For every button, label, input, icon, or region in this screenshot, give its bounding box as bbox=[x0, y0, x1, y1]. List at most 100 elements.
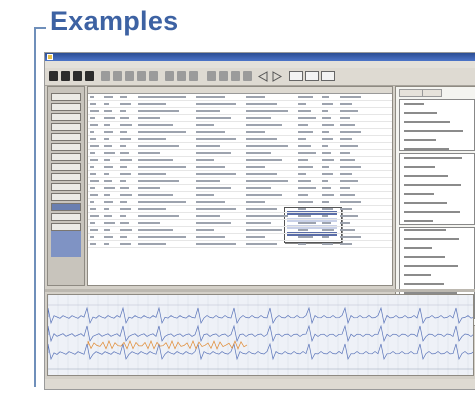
sidebar-item[interactable] bbox=[51, 113, 81, 121]
table-cell bbox=[104, 110, 112, 112]
table-row[interactable] bbox=[88, 108, 392, 115]
table-cell bbox=[298, 215, 311, 217]
sidebar-item[interactable] bbox=[51, 173, 81, 181]
toolbar-button[interactable] bbox=[113, 71, 122, 81]
panel-text-line bbox=[404, 166, 435, 168]
table-cell bbox=[298, 152, 316, 154]
table-row[interactable] bbox=[88, 150, 392, 157]
table-cell bbox=[120, 187, 129, 189]
table-cell bbox=[340, 166, 361, 168]
data-table bbox=[87, 86, 393, 286]
toolbar-button[interactable] bbox=[289, 71, 303, 81]
table-cell bbox=[90, 96, 94, 98]
table-row[interactable] bbox=[88, 94, 392, 101]
sidebar-item[interactable] bbox=[51, 93, 81, 101]
toolbar-button[interactable] bbox=[149, 71, 158, 81]
table-row[interactable] bbox=[88, 213, 392, 220]
table-cell bbox=[298, 187, 316, 189]
sidebar-item[interactable] bbox=[51, 123, 81, 131]
menu-bar[interactable] bbox=[45, 61, 475, 68]
table-row[interactable] bbox=[88, 136, 392, 143]
toolbar-button[interactable] bbox=[219, 71, 228, 81]
toolbar-button[interactable] bbox=[165, 71, 174, 81]
toolbar-button[interactable] bbox=[243, 71, 252, 81]
table-cell bbox=[322, 180, 328, 182]
toolbar-button[interactable] bbox=[231, 71, 240, 81]
table-row[interactable] bbox=[88, 115, 392, 122]
table-row[interactable] bbox=[88, 234, 392, 241]
table-cell bbox=[196, 215, 220, 217]
toolbar-button[interactable] bbox=[305, 71, 319, 81]
panel-text-line bbox=[404, 202, 447, 204]
table-cell bbox=[298, 131, 313, 133]
table-cell bbox=[138, 194, 173, 196]
table-cell bbox=[322, 243, 333, 245]
table-row[interactable] bbox=[88, 143, 392, 150]
toolbar-button[interactable] bbox=[125, 71, 134, 81]
table-row[interactable] bbox=[88, 206, 392, 213]
app-icon bbox=[47, 54, 53, 60]
table-cell bbox=[246, 103, 277, 105]
toolbar-button[interactable] bbox=[137, 71, 146, 81]
table-cell bbox=[138, 124, 173, 126]
sidebar-item[interactable] bbox=[51, 103, 81, 111]
table-cell bbox=[246, 201, 265, 203]
sidebar-item[interactable] bbox=[51, 203, 81, 211]
table-cell bbox=[340, 110, 358, 112]
splitter[interactable] bbox=[45, 289, 475, 292]
table-row[interactable] bbox=[88, 164, 392, 171]
toolbar-button[interactable] bbox=[73, 71, 82, 81]
toolbar-button[interactable] bbox=[207, 71, 216, 81]
tab-properties[interactable] bbox=[399, 89, 423, 97]
table-cell bbox=[298, 124, 308, 126]
panel-text-line bbox=[404, 247, 432, 249]
table-row[interactable] bbox=[88, 241, 392, 248]
toolbar-button[interactable] bbox=[101, 71, 110, 81]
table-row[interactable] bbox=[88, 192, 392, 199]
sidebar-item[interactable] bbox=[51, 163, 81, 171]
table-cell bbox=[340, 131, 361, 133]
sidebar-item[interactable] bbox=[51, 183, 81, 191]
table-row[interactable] bbox=[88, 185, 392, 192]
sidebar-item[interactable] bbox=[51, 133, 81, 141]
toolbar-button[interactable] bbox=[321, 71, 335, 81]
table-cell bbox=[298, 96, 313, 98]
toolbar-button[interactable] bbox=[61, 71, 70, 81]
table-row[interactable] bbox=[88, 227, 392, 234]
panel-text-line bbox=[404, 157, 462, 159]
table-cell bbox=[104, 194, 110, 196]
table-cell bbox=[340, 152, 350, 154]
toolbar-button[interactable] bbox=[85, 71, 94, 81]
waveform-view[interactable] bbox=[47, 294, 474, 376]
tab-details[interactable] bbox=[422, 89, 442, 97]
table-cell bbox=[298, 208, 306, 210]
table-row[interactable] bbox=[88, 129, 392, 136]
sidebar-item[interactable] bbox=[51, 213, 81, 221]
table-cell bbox=[90, 208, 96, 210]
sidebar-item[interactable] bbox=[51, 153, 81, 161]
sidebar-item[interactable] bbox=[51, 193, 81, 201]
toolbar-button[interactable] bbox=[189, 71, 198, 81]
table-row[interactable] bbox=[88, 220, 392, 227]
table-row[interactable] bbox=[88, 199, 392, 206]
sidebar-item[interactable] bbox=[51, 223, 81, 231]
table-cell bbox=[90, 236, 94, 238]
toolbar-button[interactable] bbox=[177, 71, 186, 81]
table-row[interactable] bbox=[88, 101, 392, 108]
table-cell bbox=[322, 96, 329, 98]
table-cell bbox=[120, 215, 126, 217]
table-cell bbox=[298, 236, 313, 238]
table-cell bbox=[90, 222, 95, 224]
table-row[interactable] bbox=[88, 122, 392, 129]
table-cell bbox=[298, 243, 306, 245]
sidebar-item[interactable] bbox=[51, 143, 81, 151]
table-row[interactable] bbox=[88, 157, 392, 164]
table-row[interactable] bbox=[88, 171, 392, 178]
table-cell bbox=[90, 159, 98, 161]
toolbar-button[interactable] bbox=[49, 71, 58, 81]
back-arrow-icon[interactable] bbox=[257, 71, 283, 82]
panel-text-line bbox=[404, 229, 446, 231]
table-row[interactable] bbox=[88, 178, 392, 185]
table-cell bbox=[298, 159, 308, 161]
table-cell bbox=[120, 166, 127, 168]
